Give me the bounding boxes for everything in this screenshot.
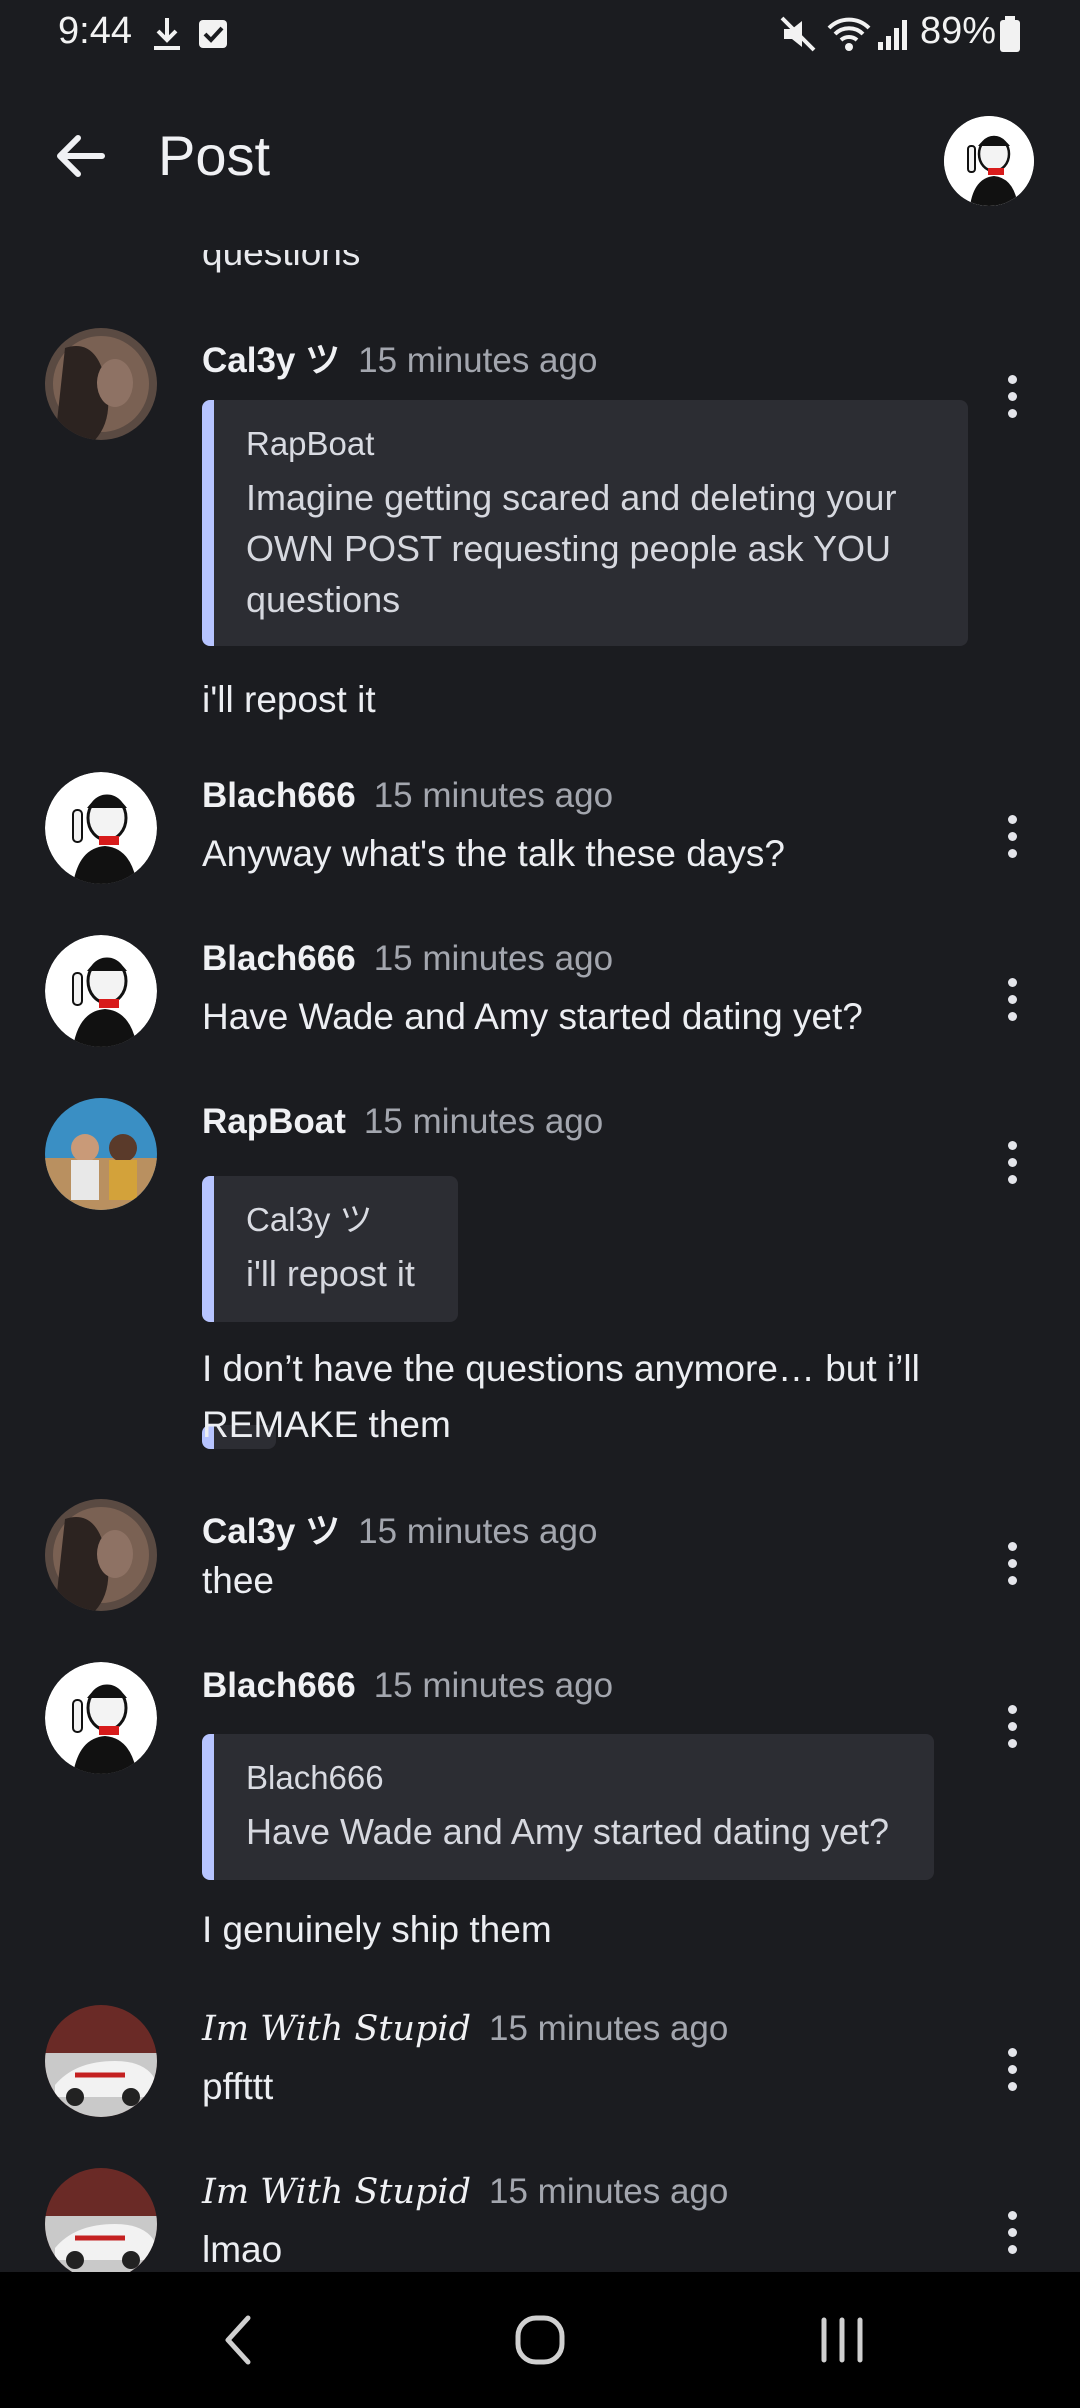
status-time: 9:44	[58, 10, 132, 52]
quote-text: Imagine getting scared and deleting your…	[246, 477, 897, 620]
avatar[interactable]	[45, 1098, 157, 1210]
avatar[interactable]	[45, 1499, 157, 1611]
comment-feed: questions Cal3y ツ 15 minutes ago RapBoat …	[0, 250, 1080, 2272]
avatar[interactable]	[45, 935, 157, 1047]
timestamp: 15 minutes ago	[358, 1512, 598, 1551]
timestamp: 15 minutes ago	[373, 776, 614, 815]
username[interactable]: Blach666	[202, 776, 356, 815]
timestamp: 15 minutes ago	[489, 2172, 729, 2211]
more-options-icon[interactable]	[990, 1132, 1034, 1192]
quoted-comment: RapBoat Imagine getting scared and delet…	[202, 400, 968, 646]
comment-text: lmao	[202, 2229, 283, 2270]
comment-text: Have Wade and Amy started dating yet?	[202, 996, 863, 1037]
nav-back-icon[interactable]	[200, 2310, 280, 2370]
avatar[interactable]	[45, 328, 157, 440]
more-options-icon[interactable]	[990, 806, 1034, 866]
quoted-comment: Blach666 Have Wade and Amy started datin…	[202, 1734, 934, 1880]
timestamp: 15 minutes ago	[373, 939, 614, 978]
quote-text: i'll repost it	[246, 1253, 415, 1294]
comment-meta: Blach666 15 minutes ago	[202, 776, 613, 816]
quote-username: Cal3y ツ	[246, 1201, 373, 1238]
comment-meta: Im With Stupid 15 minutes ago	[202, 2009, 728, 2049]
timestamp: 15 minutes ago	[373, 1666, 614, 1705]
username[interactable]: RapBoat	[202, 1102, 346, 1141]
checkbox-notification-icon	[199, 20, 227, 48]
wifi-icon	[827, 17, 871, 51]
system-navigation-bar	[0, 2272, 1080, 2408]
more-options-icon[interactable]	[990, 2039, 1034, 2099]
comment-meta: Im With Stupid 15 minutes ago	[202, 2172, 728, 2212]
back-arrow-icon[interactable]	[50, 126, 110, 186]
avatar[interactable]	[45, 2168, 157, 2272]
app-bar: Post	[0, 68, 1080, 250]
timestamp: 15 minutes ago	[358, 341, 598, 380]
username[interactable]: Im With Stupid	[202, 2172, 471, 2212]
nav-recents-icon[interactable]	[802, 2310, 882, 2370]
comment-text: thee	[202, 1560, 275, 1601]
username[interactable]: Im With Stupid	[202, 2009, 471, 2049]
status-bar: 9:44 89%	[0, 0, 1080, 68]
comment-text: I don’t have the questions anymore… but …	[202, 1348, 920, 1445]
quote-username: Blach666	[246, 1759, 384, 1796]
comment-text: i'll repost it	[202, 679, 376, 720]
comment-meta: Blach666 15 minutes ago	[202, 939, 613, 979]
username[interactable]: Blach666	[202, 1666, 356, 1705]
truncated-comment-text: questions	[202, 250, 361, 273]
more-options-icon[interactable]	[990, 2202, 1034, 2262]
quote-username: RapBoat	[246, 425, 375, 462]
more-options-icon[interactable]	[990, 969, 1034, 1029]
page-title: Post	[158, 124, 271, 187]
more-options-icon[interactable]	[990, 1696, 1034, 1756]
battery-percentage: 89%	[920, 10, 997, 52]
comment-text: pffttt	[202, 2066, 274, 2107]
more-options-icon[interactable]	[990, 366, 1034, 426]
mute-icon	[780, 16, 816, 52]
avatar[interactable]	[45, 772, 157, 884]
user-avatar[interactable]	[944, 116, 1034, 206]
battery-icon	[1000, 16, 1020, 52]
avatar[interactable]	[45, 1662, 157, 1774]
download-icon	[154, 18, 180, 50]
more-options-icon[interactable]	[990, 1533, 1034, 1593]
comment-meta: RapBoat 15 minutes ago	[202, 1102, 603, 1142]
comment-meta: Blach666 15 minutes ago	[202, 1666, 613, 1706]
username[interactable]: Cal3y ツ	[202, 341, 340, 380]
username[interactable]: Cal3y ツ	[202, 1512, 340, 1551]
nav-home-icon[interactable]	[500, 2310, 580, 2370]
timestamp: 15 minutes ago	[363, 1102, 604, 1141]
quote-text: Have Wade and Amy started dating yet?	[246, 1811, 890, 1852]
timestamp: 15 minutes ago	[489, 2009, 729, 2048]
quoted-comment: Cal3y ツ i'll repost it	[202, 1176, 458, 1322]
avatar[interactable]	[45, 2005, 157, 2117]
comment-text: Anyway what's the talk these days?	[202, 833, 785, 874]
comment-text: I genuinely ship them	[202, 1909, 552, 1950]
username[interactable]: Blach666	[202, 939, 356, 978]
comment-meta: Cal3y ツ 15 minutes ago	[202, 332, 597, 383]
signal-icon	[878, 20, 907, 50]
comment-meta: Cal3y ツ 15 minutes ago	[202, 1503, 597, 1554]
